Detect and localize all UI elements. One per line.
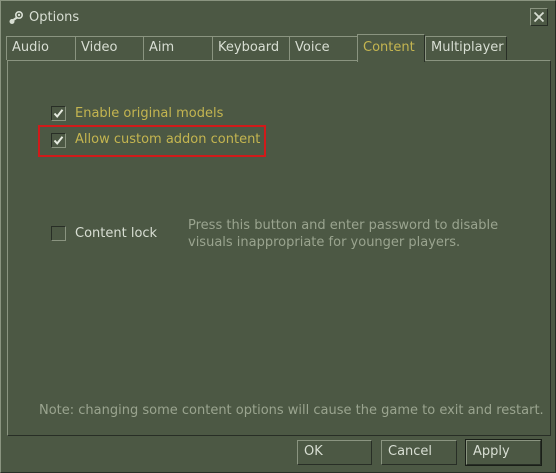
tab-aim[interactable]: Aim [143,36,213,60]
content-lock-description: Press this button and enter password to … [188,218,499,250]
tab-video[interactable]: Video [75,36,144,60]
content-lock-checkbox[interactable] [51,226,66,241]
tab-audio[interactable]: Audio [6,36,76,60]
restart-note: Note: changing some content options will… [39,403,544,418]
window-title: Options [29,10,80,25]
close-button[interactable] [530,8,548,26]
enable-original-models-label[interactable]: Enable original models [75,106,223,122]
tab-voice[interactable]: Voice [289,36,358,60]
ok-button[interactable]: OK [297,440,372,465]
checkmark-icon [53,136,64,146]
active-tab-joint [358,60,424,62]
checkmark-icon [53,109,64,119]
close-icon [533,11,545,23]
title-bar[interactable]: Options [1,1,555,34]
apply-button[interactable]: Apply [465,439,542,466]
steam-icon [8,10,24,25]
allow-custom-addon-content-label[interactable]: Allow custom addon content [75,132,260,148]
enable-original-models-checkbox[interactable] [51,106,66,121]
cancel-button[interactable]: Cancel [381,440,457,465]
tab-keyboard[interactable]: Keyboard [212,36,290,60]
allow-custom-addon-content-checkbox[interactable] [51,133,66,148]
tab-multiplayer[interactable]: Multiplayer [425,36,507,60]
tab-content[interactable]: Content [357,34,425,62]
options-window: Options Audio Video Aim Keyboard Voice C… [0,0,556,473]
content-lock-label[interactable]: Content lock [75,226,157,242]
